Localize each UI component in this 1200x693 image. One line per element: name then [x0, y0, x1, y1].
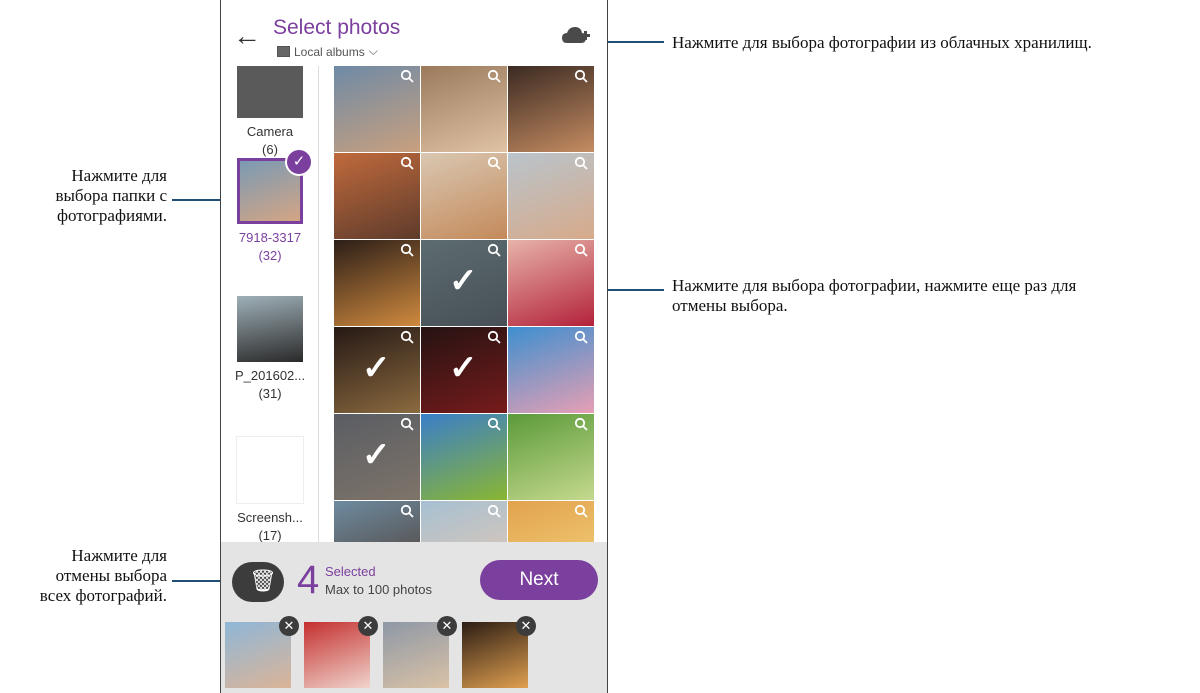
- album-label: P_201602...: [235, 368, 306, 383]
- photo-tile[interactable]: [334, 153, 420, 239]
- album-count: (17): [258, 528, 282, 542]
- album-thumbnail: [237, 296, 303, 362]
- photo-leader-line: [601, 289, 664, 291]
- magnifier-icon[interactable]: [400, 69, 414, 86]
- next-button[interactable]: Next: [480, 560, 598, 600]
- cloud-leader-line: [600, 41, 664, 43]
- clear-selection-button[interactable]: 🗑: [232, 562, 284, 602]
- photo-tile[interactable]: [508, 153, 594, 239]
- album-source-label: Local albums: [294, 44, 365, 59]
- magnifier-icon[interactable]: [574, 156, 588, 173]
- album-item[interactable]: ✓ 7918-3317 (32): [235, 148, 313, 263]
- close-icon[interactable]: ✕: [516, 616, 536, 636]
- album-list: Camera (6) ✓ 7918-3317 (32) P_201602... (31) Sc…: [221, 66, 317, 542]
- magnifier-icon[interactable]: [400, 417, 414, 434]
- photo-tile[interactable]: [421, 66, 507, 152]
- selected-label: Selected: [325, 564, 376, 579]
- magnifier-icon[interactable]: [574, 243, 588, 260]
- photo-tile[interactable]: ✓: [334, 414, 420, 500]
- back-arrow-icon[interactable]: ←: [233, 22, 261, 50]
- album-icon: [277, 46, 290, 57]
- photo-annotation: Нажмите для выбора фотографии, нажмите е…: [672, 276, 1076, 316]
- folder-annotation: Нажмите для выбора папки с фотографиями.: [55, 166, 167, 226]
- photo-tile[interactable]: [508, 414, 594, 500]
- clear-annotation-line-1: Нажмите для: [71, 546, 167, 565]
- selection-limit: Max to 100 photos: [325, 582, 432, 597]
- album-item[interactable]: Screensh... (17): [235, 436, 305, 542]
- magnifier-icon[interactable]: [574, 69, 588, 86]
- magnifier-icon[interactable]: [487, 69, 501, 86]
- photo-tile[interactable]: [508, 66, 594, 152]
- photo-annotation-line-1: Нажмите для выбора фотографии, нажмите е…: [672, 276, 1077, 295]
- magnifier-icon[interactable]: [400, 156, 414, 173]
- album-label: 7918-3317: [238, 230, 302, 245]
- cloud-add-icon[interactable]: [561, 25, 591, 52]
- photo-tile[interactable]: [508, 240, 594, 326]
- magnifier-icon[interactable]: [487, 243, 501, 260]
- magnifier-icon[interactable]: [400, 330, 414, 347]
- album-item[interactable]: Camera (6): [235, 66, 305, 157]
- checkmark-icon: ✓: [449, 349, 478, 387]
- selection-panel: 🗑 4 Selected Max to 100 photos Next ✕ ✕ ✕ ✕: [221, 542, 607, 693]
- album-divider: [318, 66, 319, 542]
- checkmark-icon: ✓: [362, 436, 391, 474]
- album-count: (32): [258, 248, 282, 263]
- cloud-annotation-text: Нажмите для выбора фотографии из облачны…: [672, 33, 1092, 52]
- magnifier-icon[interactable]: [574, 504, 588, 521]
- magnifier-icon[interactable]: [487, 330, 501, 347]
- folder-annotation-line-2: выбора папки с: [55, 186, 167, 205]
- clear-annotation-line-2: отмены выбора: [55, 566, 167, 585]
- photo-annotation-line-2: отмены выбора.: [672, 296, 788, 315]
- photo-tile[interactable]: [334, 66, 420, 152]
- photo-tile[interactable]: ✓: [421, 240, 507, 326]
- folder-annotation-line-3: фотографиями.: [56, 206, 167, 225]
- album-source-dropdown[interactable]: Local albums ⌵: [277, 44, 378, 59]
- checkmark-icon: ✓: [285, 148, 313, 176]
- album-item[interactable]: P_201602... (31): [235, 296, 305, 401]
- album-thumbnail: [237, 66, 303, 118]
- close-icon[interactable]: ✕: [437, 616, 457, 636]
- album-thumbnail: [236, 436, 304, 504]
- selected-count: 4: [297, 558, 320, 602]
- photo-grid: ✓ ✓ ✓ ✓: [334, 66, 596, 542]
- top-bar: ← Select photos Local albums ⌵: [221, 0, 607, 66]
- magnifier-icon[interactable]: [487, 417, 501, 434]
- selected-thumbnail[interactable]: ✕: [225, 616, 299, 688]
- checkmark-icon: ✓: [449, 262, 478, 300]
- checkmark-icon: ✓: [362, 349, 391, 387]
- chevron-down-icon: ⌵: [368, 44, 378, 58]
- selected-thumbnail[interactable]: ✕: [383, 616, 457, 688]
- selected-thumbnail[interactable]: ✕: [462, 616, 536, 688]
- magnifier-icon[interactable]: [574, 330, 588, 347]
- photo-tile[interactable]: [421, 153, 507, 239]
- close-icon[interactable]: ✕: [358, 616, 378, 636]
- photo-tile[interactable]: [334, 501, 420, 542]
- magnifier-icon[interactable]: [400, 504, 414, 521]
- photo-tile[interactable]: ✓: [334, 327, 420, 413]
- album-label: Screensh...: [237, 510, 303, 525]
- trash-icon: 🗑: [249, 568, 277, 593]
- album-label: Camera: [246, 124, 294, 139]
- selected-thumbnail[interactable]: ✕: [304, 616, 378, 688]
- album-count: (31): [258, 386, 282, 401]
- photo-tile[interactable]: [421, 501, 507, 542]
- page-title: Select photos: [273, 16, 401, 39]
- magnifier-icon[interactable]: [400, 243, 414, 260]
- photo-tile[interactable]: [508, 327, 594, 413]
- photo-tile[interactable]: [421, 414, 507, 500]
- clear-annotation-line-3: всех фотографий.: [39, 586, 167, 605]
- photo-tile[interactable]: [334, 240, 420, 326]
- phone-screen: ← Select photos Local albums ⌵ Camera (6)…: [220, 0, 608, 693]
- photo-tile[interactable]: ✓: [421, 327, 507, 413]
- photo-tile[interactable]: [508, 501, 594, 542]
- magnifier-icon[interactable]: [574, 417, 588, 434]
- folder-annotation-line-1: Нажмите для: [71, 166, 167, 185]
- selected-thumbnails: ✕ ✕ ✕ ✕: [225, 616, 605, 692]
- clear-annotation: Нажмите для отмены выбора всех фотографи…: [40, 546, 167, 606]
- close-icon[interactable]: ✕: [279, 616, 299, 636]
- magnifier-icon[interactable]: [487, 504, 501, 521]
- cloud-annotation: Нажмите для выбора фотографии из облачны…: [672, 33, 1092, 53]
- magnifier-icon[interactable]: [487, 156, 501, 173]
